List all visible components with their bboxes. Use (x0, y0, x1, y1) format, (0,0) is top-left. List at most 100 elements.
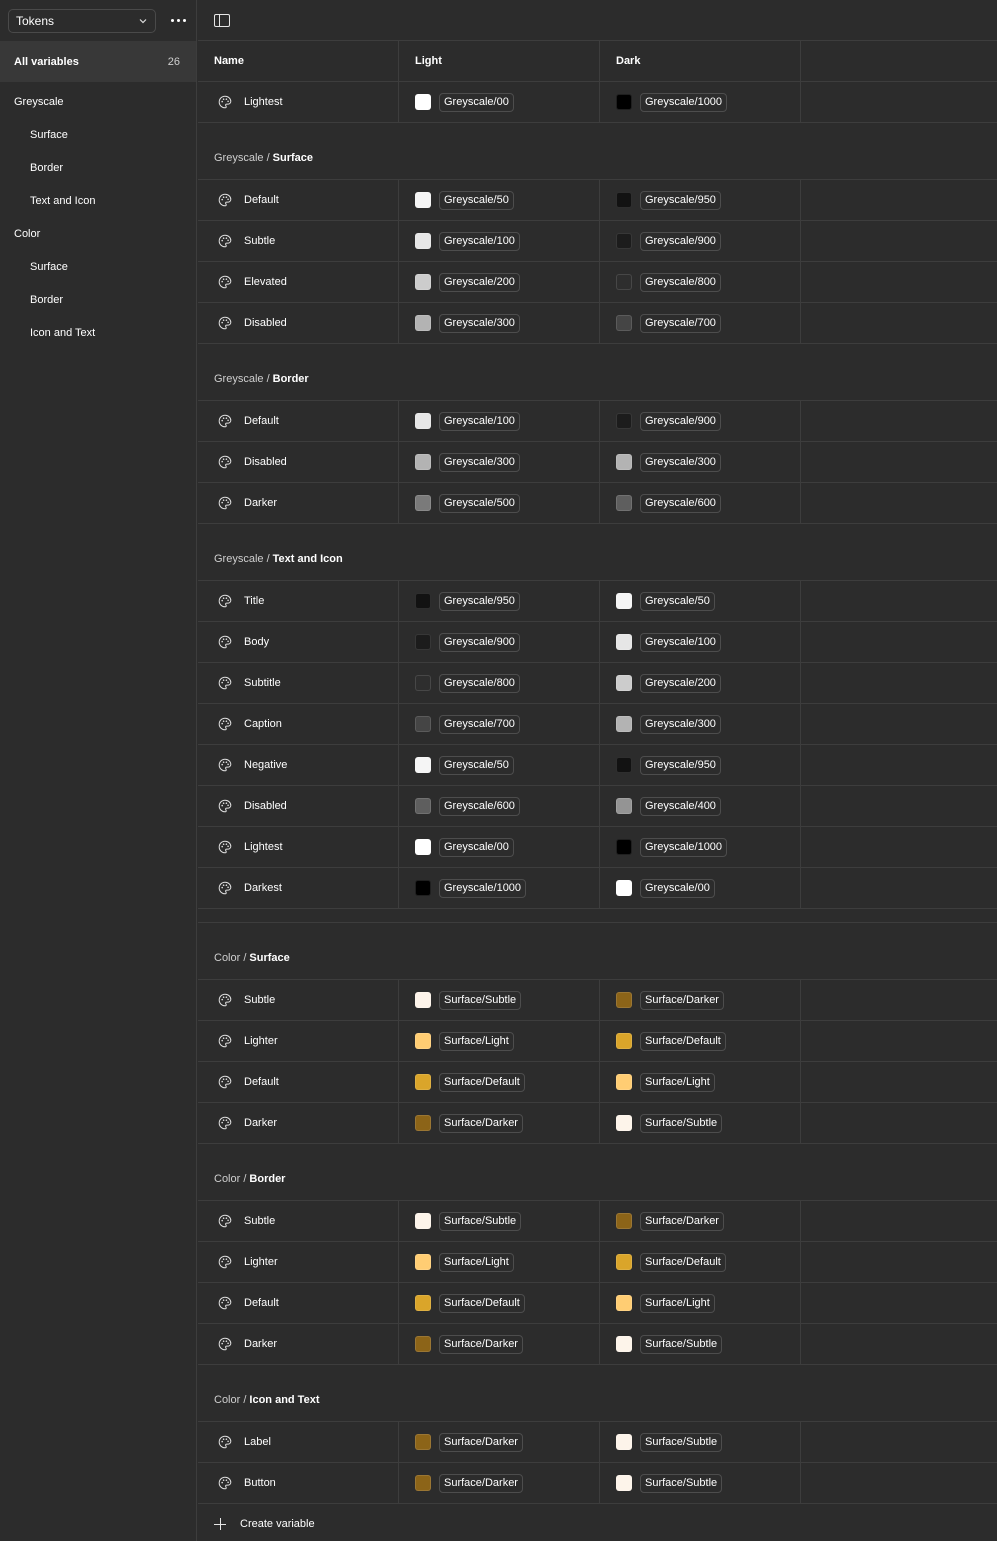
variable-row[interactable]: Disabled Greyscale/300 Greyscale/700 (198, 303, 997, 344)
light-value-cell[interactable]: Surface/Default (399, 1283, 600, 1323)
variable-row[interactable]: Darkest Greyscale/1000 Greyscale/00 (198, 868, 997, 909)
variable-row[interactable]: Default Greyscale/50 Greyscale/950 (198, 180, 997, 221)
light-value-cell[interactable]: Surface/Light (399, 1242, 600, 1282)
toggle-sidebar-icon[interactable] (214, 13, 230, 27)
light-alias-chip[interactable]: Surface/Subtle (439, 1211, 522, 1231)
variable-name-cell[interactable]: Darker (198, 1324, 399, 1364)
dark-value-cell[interactable]: Greyscale/100 (600, 622, 801, 662)
light-value-cell[interactable]: Surface/Darker (399, 1324, 600, 1364)
light-value-cell[interactable]: Surface/Light (399, 1021, 600, 1061)
dark-alias-chip[interactable]: Greyscale/300 (640, 714, 721, 734)
dark-alias-chip[interactable]: Surface/Darker (640, 990, 724, 1010)
variable-row[interactable]: Caption Greyscale/700 Greyscale/300 (198, 704, 997, 745)
dark-value-cell[interactable]: Surface/Subtle (600, 1422, 801, 1462)
light-alias-chip[interactable]: Greyscale/500 (439, 493, 520, 513)
sidebar-subgroup[interactable]: Border (0, 283, 196, 316)
dark-alias-chip[interactable]: Surface/Default (640, 1031, 726, 1051)
variable-row[interactable]: Negative Greyscale/50 Greyscale/950 (198, 745, 997, 786)
light-value-cell[interactable]: Greyscale/100 (399, 221, 600, 261)
light-alias-chip[interactable]: Greyscale/950 (439, 591, 520, 611)
dark-value-cell[interactable]: Surface/Default (600, 1242, 801, 1282)
variable-row[interactable]: Lighter Surface/Light Surface/Default (198, 1242, 997, 1283)
dark-alias-chip[interactable]: Greyscale/950 (640, 755, 721, 775)
light-value-cell[interactable]: Greyscale/800 (399, 663, 600, 703)
dark-value-cell[interactable]: Surface/Darker (600, 1201, 801, 1241)
light-value-cell[interactable]: Greyscale/200 (399, 262, 600, 302)
sidebar-subgroup[interactable]: Text and Icon (0, 184, 196, 217)
variable-name-cell[interactable]: Darker (198, 1103, 399, 1143)
dark-alias-chip[interactable]: Greyscale/800 (640, 272, 721, 292)
dark-value-cell[interactable]: Greyscale/200 (600, 663, 801, 703)
light-value-cell[interactable]: Greyscale/900 (399, 622, 600, 662)
dark-alias-chip[interactable]: Greyscale/950 (640, 190, 721, 210)
variable-row[interactable]: Elevated Greyscale/200 Greyscale/800 (198, 262, 997, 303)
light-value-cell[interactable]: Surface/Subtle (399, 1201, 600, 1241)
light-alias-chip[interactable]: Surface/Darker (439, 1113, 523, 1133)
light-alias-chip[interactable]: Surface/Default (439, 1072, 525, 1092)
variable-row[interactable]: Label Surface/Darker Surface/Subtle (198, 1422, 997, 1463)
dark-alias-chip[interactable]: Surface/Default (640, 1252, 726, 1272)
light-value-cell[interactable]: Surface/Darker (399, 1463, 600, 1503)
collection-dropdown[interactable]: Tokens (8, 8, 156, 33)
variable-name-cell[interactable]: Caption (198, 704, 399, 744)
sidebar-group[interactable]: Greyscale (0, 85, 196, 118)
dark-value-cell[interactable]: Greyscale/950 (600, 745, 801, 785)
dark-alias-chip[interactable]: Surface/Subtle (640, 1334, 723, 1354)
light-value-cell[interactable]: Greyscale/700 (399, 704, 600, 744)
light-alias-chip[interactable]: Greyscale/200 (439, 272, 520, 292)
dark-alias-chip[interactable]: Greyscale/900 (640, 411, 721, 431)
dark-value-cell[interactable]: Greyscale/00 (600, 868, 801, 908)
variable-row[interactable]: Subtle Surface/Subtle Surface/Darker (198, 980, 997, 1021)
light-alias-chip[interactable]: Greyscale/600 (439, 796, 520, 816)
light-value-cell[interactable]: Greyscale/00 (399, 827, 600, 867)
more-options-icon[interactable] (169, 11, 188, 31)
dark-value-cell[interactable]: Surface/Subtle (600, 1103, 801, 1143)
light-value-cell[interactable]: Greyscale/100 (399, 401, 600, 441)
dark-value-cell[interactable]: Surface/Subtle (600, 1463, 801, 1503)
light-value-cell[interactable]: Surface/Subtle (399, 980, 600, 1020)
light-alias-chip[interactable]: Surface/Light (439, 1252, 514, 1272)
dark-alias-chip[interactable]: Greyscale/300 (640, 452, 721, 472)
dark-alias-chip[interactable]: Greyscale/600 (640, 493, 721, 513)
variable-name-cell[interactable]: Lightest (198, 82, 399, 122)
light-value-cell[interactable]: Surface/Darker (399, 1422, 600, 1462)
variable-name-cell[interactable]: Label (198, 1422, 399, 1462)
light-alias-chip[interactable]: Greyscale/00 (439, 837, 514, 857)
variable-name-cell[interactable]: Lighter (198, 1242, 399, 1282)
variable-row[interactable]: Lightest Greyscale/00 Greyscale/1000 (198, 82, 997, 123)
variable-name-cell[interactable]: Subtitle (198, 663, 399, 703)
variable-row[interactable]: Default Greyscale/100 Greyscale/900 (198, 401, 997, 442)
light-alias-chip[interactable]: Greyscale/900 (439, 632, 520, 652)
sidebar-subgroup[interactable]: Icon and Text (0, 316, 196, 349)
dark-alias-chip[interactable]: Greyscale/100 (640, 632, 721, 652)
dark-alias-chip[interactable]: Greyscale/900 (640, 231, 721, 251)
variable-row[interactable]: Disabled Greyscale/600 Greyscale/400 (198, 786, 997, 827)
light-alias-chip[interactable]: Greyscale/300 (439, 452, 520, 472)
light-alias-chip[interactable]: Surface/Subtle (439, 990, 522, 1010)
light-value-cell[interactable]: Greyscale/500 (399, 483, 600, 523)
variable-row[interactable]: Subtle Greyscale/100 Greyscale/900 (198, 221, 997, 262)
dark-value-cell[interactable]: Greyscale/300 (600, 442, 801, 482)
dark-alias-chip[interactable]: Greyscale/00 (640, 878, 715, 898)
dark-value-cell[interactable]: Greyscale/800 (600, 262, 801, 302)
variable-row[interactable]: Darker Surface/Darker Surface/Subtle (198, 1324, 997, 1365)
light-alias-chip[interactable]: Greyscale/00 (439, 92, 514, 112)
variable-row[interactable]: Darker Surface/Darker Surface/Subtle (198, 1103, 997, 1144)
dark-value-cell[interactable]: Surface/Subtle (600, 1324, 801, 1364)
variable-name-cell[interactable]: Body (198, 622, 399, 662)
all-variables-item[interactable]: All variables 26 (0, 41, 196, 82)
dark-alias-chip[interactable]: Surface/Light (640, 1293, 715, 1313)
dark-alias-chip[interactable]: Surface/Subtle (640, 1473, 723, 1493)
light-alias-chip[interactable]: Greyscale/100 (439, 231, 520, 251)
variable-row[interactable]: Lighter Surface/Light Surface/Default (198, 1021, 997, 1062)
dark-value-cell[interactable]: Greyscale/900 (600, 221, 801, 261)
variable-name-cell[interactable]: Subtle (198, 980, 399, 1020)
variable-row[interactable]: Lightest Greyscale/00 Greyscale/1000 (198, 827, 997, 868)
light-alias-chip[interactable]: Surface/Darker (439, 1334, 523, 1354)
light-value-cell[interactable]: Greyscale/950 (399, 581, 600, 621)
variable-name-cell[interactable]: Title (198, 581, 399, 621)
light-value-cell[interactable]: Greyscale/300 (399, 303, 600, 343)
dark-value-cell[interactable]: Surface/Darker (600, 980, 801, 1020)
light-alias-chip[interactable]: Surface/Light (439, 1031, 514, 1051)
dark-alias-chip[interactable]: Greyscale/700 (640, 313, 721, 333)
